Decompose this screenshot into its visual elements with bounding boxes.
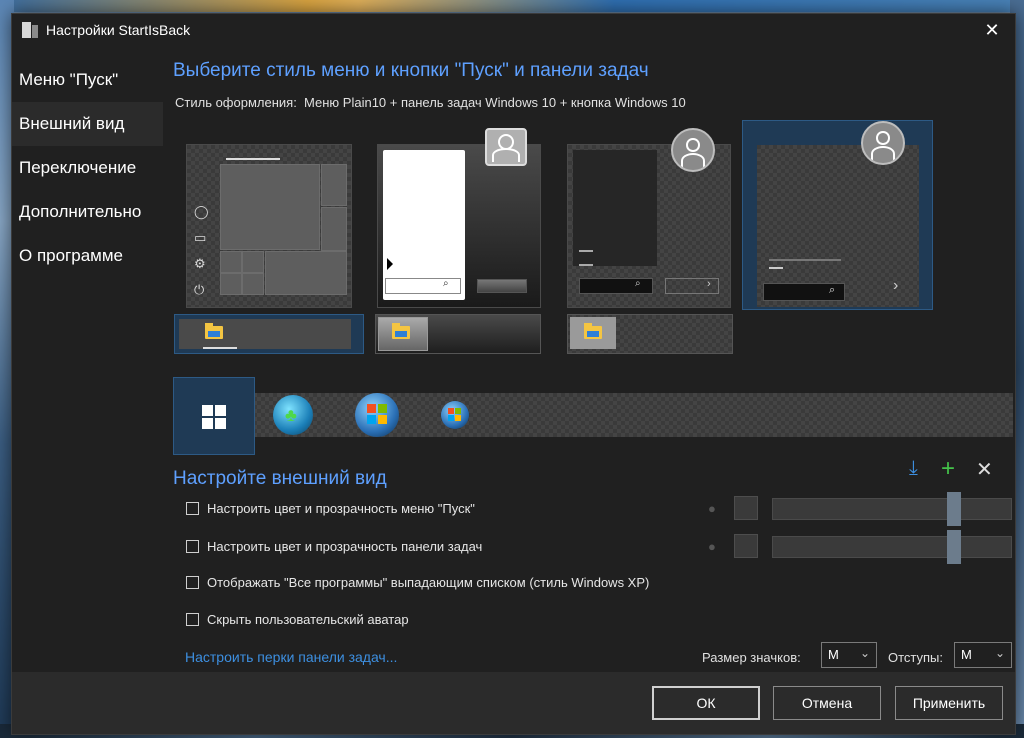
option-hide-avatar[interactable]: Скрыть пользовательский аватар — [186, 611, 409, 629]
chevron-right-icon: › — [893, 277, 899, 294]
folder-icon — [205, 323, 223, 339]
style-heading: Выберите стиль меню и кнопки "Пуск" и па… — [173, 60, 649, 81]
clover-icon: ♣ — [285, 405, 297, 425]
title-bar: Настройки StartIsBack ✕ — [12, 14, 1015, 46]
padding-label: Отступы: — [888, 650, 944, 665]
dialog-footer: ОК Отмена Применить — [12, 672, 1015, 734]
color-swatch-start[interactable] — [734, 496, 758, 520]
search-icon: ⌕ — [635, 278, 641, 289]
chevron-right-icon: › — [707, 278, 711, 290]
sidebar-item-start-menu[interactable]: Меню "Пуск" — [12, 58, 163, 102]
start-button-vista[interactable] — [441, 401, 469, 429]
appearance-heading: Настройте внешний вид — [173, 468, 387, 489]
start-button-windows10[interactable] — [173, 377, 255, 455]
option-taskbar-color[interactable]: Настроить цвет и прозрачность панели зад… — [186, 538, 482, 556]
checkbox-taskbar-color[interactable] — [186, 540, 199, 553]
menu-style-windows7[interactable]: ⌕ — [377, 128, 543, 308]
menu-style-plain10[interactable]: ⌕ › — [742, 120, 933, 310]
menu-style-plain8[interactable]: ⌕ › — [567, 128, 733, 308]
ok-button[interactable]: ОК — [652, 686, 760, 720]
avatar — [485, 128, 527, 166]
padding-select[interactable]: M ⌄ — [954, 642, 1012, 668]
option-start-color[interactable]: Настроить цвет и прозрачность меню "Пуск… — [186, 500, 475, 518]
sidebar-item-about[interactable]: О программе — [12, 234, 163, 278]
style-value: Меню Plain10 + панель задач Windows 10 +… — [304, 95, 686, 110]
drop-icon: ● — [708, 539, 716, 554]
slider-thumb[interactable] — [947, 530, 961, 564]
sidebar-item-advanced[interactable]: Дополнительно — [12, 190, 163, 234]
taskbar-style-windows8[interactable] — [567, 314, 733, 354]
chevron-down-icon: ⌄ — [859, 646, 870, 660]
sidebar-item-appearance[interactable]: Внешний вид — [12, 102, 163, 146]
taskbar-style-windows10[interactable] — [174, 314, 364, 354]
start-button-windows7[interactable] — [355, 393, 399, 437]
user-icon: ◯ — [194, 204, 209, 219]
start-button-clover[interactable]: ♣ — [273, 395, 313, 435]
icon-size-select[interactable]: M ⌄ — [821, 642, 877, 668]
folder-icon — [584, 323, 602, 339]
power-icon: ⏻ — [194, 282, 205, 297]
taskbar-style-windows7[interactable] — [375, 314, 541, 354]
opacity-slider-taskbar[interactable] — [772, 530, 1012, 564]
checkbox-start-color[interactable] — [186, 502, 199, 515]
chevron-down-icon: ⌄ — [994, 646, 1005, 660]
avatar — [861, 121, 905, 165]
cancel-button[interactable]: Отмена — [773, 686, 881, 720]
drop-icon: ● — [708, 501, 716, 516]
checkbox-hide-avatar[interactable] — [186, 613, 199, 626]
start-button-row: ♣ — [173, 377, 1013, 455]
folder-icon: ▭ — [194, 230, 207, 245]
settings-window: Настройки StartIsBack ✕ Меню "Пуск" Внеш… — [11, 13, 1016, 735]
style-label: Стиль оформления: — [175, 95, 297, 110]
sidebar-item-switching[interactable]: Переключение — [12, 146, 163, 190]
folder-icon — [392, 323, 410, 339]
icon-size-label: Размер значков: — [702, 650, 801, 665]
slider-thumb[interactable] — [947, 492, 961, 526]
gear-icon: ⚙ — [194, 256, 206, 271]
option-all-programs-dropdown[interactable]: Отображать "Все программы" выпадающим сп… — [186, 574, 649, 592]
app-icon — [22, 22, 38, 38]
download-icon[interactable]: ⤓ — [909, 457, 918, 480]
menu-style-windows10[interactable]: ◯ ▭ ⚙ ⏻ — [186, 144, 352, 308]
close-icon[interactable]: ✕ — [976, 457, 993, 482]
search-icon: ⌕ — [829, 284, 836, 296]
taskbar-perks-link[interactable]: Настроить перки панели задач... — [185, 649, 397, 665]
checkbox-all-programs[interactable] — [186, 576, 199, 589]
add-icon[interactable]: + — [941, 455, 955, 483]
opacity-slider-start[interactable] — [772, 492, 1012, 526]
style-description: Стиль оформления: Меню Plain10 + панель … — [175, 95, 686, 110]
window-title: Настройки StartIsBack — [46, 22, 191, 38]
desktop-icons-strip — [0, 0, 1024, 12]
avatar — [671, 128, 715, 172]
close-button[interactable]: ✕ — [969, 14, 1015, 46]
color-swatch-taskbar[interactable] — [734, 534, 758, 558]
apply-button[interactable]: Применить — [895, 686, 1003, 720]
sidebar: Меню "Пуск" Внешний вид Переключение Доп… — [12, 58, 163, 278]
search-icon: ⌕ — [443, 278, 449, 289]
